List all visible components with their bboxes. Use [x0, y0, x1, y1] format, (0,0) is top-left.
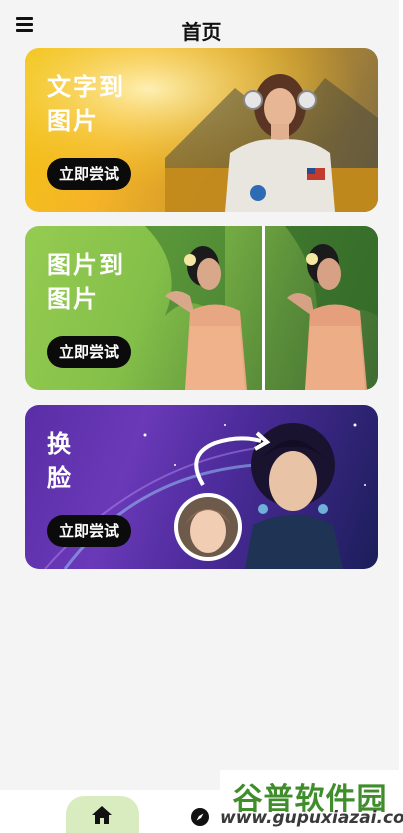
home-icon — [92, 806, 112, 824]
watermark-url: www.gupuxiazai.com — [220, 808, 403, 828]
app-screen: 首页 文字到 图片 立即尝试 图片到 图片 立即尝试 换 脸 立即尝试 谷普软件… — [0, 0, 403, 833]
card-text-to-image[interactable]: 文字到 图片 立即尝试 — [25, 48, 378, 212]
card-label: 换 脸 — [47, 430, 73, 492]
card-label: 文字到 图片 — [47, 73, 125, 135]
nav-explore-tab[interactable] — [190, 807, 210, 831]
try-now-button[interactable]: 立即尝试 — [47, 336, 132, 368]
watermark: 谷普软件园 www.gupuxiazai.com — [220, 770, 403, 830]
top-bar: 首页 — [0, 0, 403, 48]
compass-icon — [191, 808, 209, 826]
card-label: 图片到 图片 — [47, 251, 125, 313]
page-title: 首页 — [181, 20, 222, 44]
nav-home-tab[interactable] — [66, 796, 139, 833]
card-face-swap[interactable]: 换 脸 立即尝试 — [25, 405, 378, 569]
try-now-button[interactable]: 立即尝试 — [47, 515, 132, 547]
try-now-button[interactable]: 立即尝试 — [47, 158, 132, 190]
card-image-to-image[interactable]: 图片到 图片 立即尝试 — [25, 226, 378, 390]
screen-edge — [399, 0, 403, 790]
